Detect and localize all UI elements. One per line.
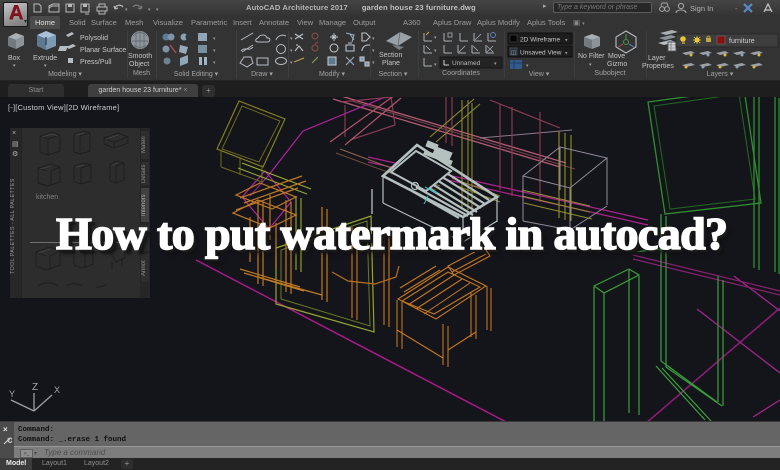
svg-text:▾: ▾ xyxy=(13,63,16,69)
svg-text:▾: ▾ xyxy=(434,35,437,41)
svg-text:▾: ▾ xyxy=(213,60,216,66)
svg-text:Y: Y xyxy=(9,389,15,399)
svg-text:Sign In: Sign In xyxy=(690,4,713,13)
svg-text:Layer: Layer xyxy=(648,55,666,62)
svg-text:▾: ▾ xyxy=(156,7,159,13)
svg-text:Polysolid: Polysolid xyxy=(80,35,108,42)
svg-text:▾: ▾ xyxy=(589,62,592,68)
svg-text:▾: ▾ xyxy=(372,48,375,54)
svg-text:Plane: Plane xyxy=(382,60,400,67)
svg-text:X: X xyxy=(54,385,60,395)
svg-text:furniture: furniture xyxy=(729,38,755,45)
svg-text:▾: ▾ xyxy=(434,62,437,68)
svg-text:Gizmo: Gizmo xyxy=(607,61,627,68)
svg-text:Properties: Properties xyxy=(642,63,674,70)
svg-text:◫: ◫ xyxy=(511,50,517,56)
svg-text:▾: ▾ xyxy=(434,48,437,54)
svg-text:▾: ▾ xyxy=(213,48,216,54)
svg-text:▾: ▾ xyxy=(290,48,293,54)
svg-text:Move: Move xyxy=(608,53,625,60)
svg-text:▾: ▾ xyxy=(372,36,375,42)
svg-text:▾: ▾ xyxy=(125,7,128,13)
svg-text:▾: ▾ xyxy=(213,36,216,42)
svg-text:Z: Z xyxy=(32,382,38,393)
svg-text:Unnamed: Unnamed xyxy=(452,60,481,67)
svg-text:Unsaved View: Unsaved View xyxy=(520,50,562,57)
svg-text:Planar Surface: Planar Surface xyxy=(80,47,126,54)
svg-text:▾: ▾ xyxy=(44,63,47,69)
svg-text:Press/Pull: Press/Pull xyxy=(80,59,112,66)
svg-text:Object: Object xyxy=(129,61,149,68)
svg-text:2D Wireframe: 2D Wireframe xyxy=(520,37,560,44)
svg-text:▾: ▾ xyxy=(526,63,529,69)
svg-text:Box: Box xyxy=(8,55,21,62)
svg-text:▾: ▾ xyxy=(148,7,151,13)
svg-text:▾: ▾ xyxy=(290,60,293,66)
svg-text:▾: ▾ xyxy=(290,36,293,42)
svg-text:No Filter: No Filter xyxy=(578,53,605,60)
svg-text:Section: Section xyxy=(379,52,402,59)
svg-text:Smooth: Smooth xyxy=(128,53,152,60)
svg-text:▾: ▾ xyxy=(372,60,375,66)
svg-text:Extrude: Extrude xyxy=(33,55,57,62)
svg-text:-: - xyxy=(735,4,738,13)
